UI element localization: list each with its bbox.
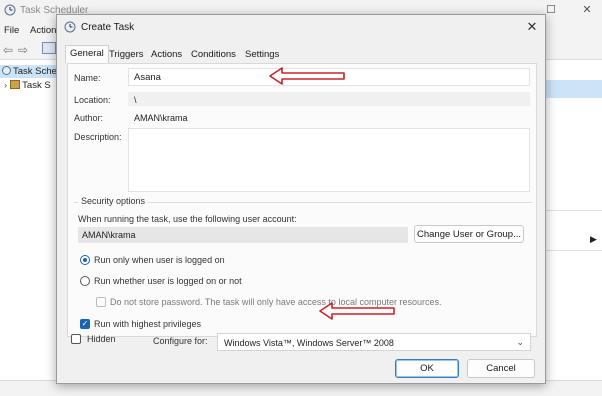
tab-general[interactable]: General bbox=[65, 45, 109, 63]
location-label: Location: bbox=[74, 95, 111, 105]
background-actions-pane bbox=[544, 60, 602, 380]
security-options-group: Security options When running the task, … bbox=[74, 196, 532, 329]
tree-item-label: Task S bbox=[22, 80, 51, 91]
menu-file[interactable]: File bbox=[4, 25, 19, 36]
run-only-logged-on-radio[interactable] bbox=[80, 255, 90, 265]
tree-item-task-scheduler[interactable]: Task Sche bbox=[0, 65, 59, 78]
user-account-value: AMAN\krama bbox=[78, 227, 408, 243]
divider bbox=[544, 210, 602, 211]
cancel-button[interactable]: Cancel bbox=[467, 359, 535, 378]
tab-conditions[interactable]: Conditions bbox=[187, 47, 240, 62]
hidden-checkbox[interactable] bbox=[71, 334, 81, 344]
tab-actions[interactable]: Actions bbox=[147, 47, 186, 62]
menu-action[interactable]: Action bbox=[30, 25, 56, 36]
forward-arrow-icon[interactable]: ⇨ bbox=[18, 43, 28, 57]
tree-item-library[interactable]: › Task S bbox=[4, 80, 51, 91]
clock-icon bbox=[2, 66, 11, 75]
close-icon[interactable]: ✕ bbox=[580, 3, 594, 17]
location-value: \ bbox=[134, 95, 137, 105]
dialog-title: Create Task bbox=[81, 22, 135, 33]
run-highest-privileges-checkbox[interactable]: ✓ bbox=[80, 319, 90, 329]
tab-settings[interactable]: Settings bbox=[241, 47, 283, 62]
annotation-arrow-icon bbox=[319, 302, 395, 320]
chevron-down-icon[interactable]: ⌄ bbox=[516, 337, 524, 348]
dialog-title-bar: Create Task ✕ bbox=[57, 15, 545, 39]
hidden-label[interactable]: Hidden bbox=[87, 334, 116, 344]
author-value: AMAN\krama bbox=[134, 113, 188, 123]
name-label: Name: bbox=[74, 73, 101, 83]
configure-for-value: Windows Vista™, Windows Server™ 2008 bbox=[224, 338, 394, 348]
chevron-right-icon[interactable]: ▶ bbox=[590, 234, 597, 245]
back-arrow-icon[interactable]: ⇦ bbox=[3, 43, 13, 57]
background-tree-pane: Task Sche › Task S bbox=[0, 60, 59, 380]
do-not-store-password-checkbox[interactable] bbox=[96, 297, 106, 307]
run-highest-privileges-label[interactable]: Run with highest privileges bbox=[94, 319, 201, 329]
change-user-button[interactable]: Change User or Group... bbox=[414, 225, 524, 243]
configure-for-label: Configure for: bbox=[153, 336, 208, 346]
author-label: Author: bbox=[74, 113, 104, 123]
tab-triggers[interactable]: Triggers bbox=[105, 47, 148, 62]
folder-icon bbox=[10, 80, 21, 89]
run-only-logged-on-label[interactable]: Run only when user is logged on bbox=[94, 255, 225, 265]
close-icon[interactable]: ✕ bbox=[523, 18, 541, 36]
ok-button[interactable]: OK bbox=[395, 359, 459, 378]
tree-item-label: Task Sche bbox=[13, 66, 57, 77]
task-scheduler-app-icon bbox=[4, 4, 16, 16]
description-field[interactable] bbox=[128, 128, 530, 192]
chevron-right-icon[interactable]: › bbox=[4, 80, 7, 91]
console-icon[interactable] bbox=[42, 42, 56, 54]
description-label: Description: bbox=[74, 132, 122, 142]
run-whether-logged-on-radio[interactable] bbox=[80, 276, 90, 286]
configure-for-select[interactable]: Windows Vista™, Windows Server™ 2008 ⌄ bbox=[217, 333, 531, 351]
annotation-arrow-icon bbox=[269, 67, 345, 85]
account-prompt: When running the task, use the following… bbox=[78, 214, 297, 224]
divider bbox=[544, 250, 602, 251]
security-options-title: Security options bbox=[78, 196, 149, 206]
maximize-icon[interactable]: ☐ bbox=[544, 3, 558, 17]
general-tab-panel: Name: Location: \ Author: AMAN\krama Des… bbox=[67, 63, 537, 337]
run-whether-logged-on-label[interactable]: Run whether user is logged on or not bbox=[94, 276, 242, 286]
actions-pane-selected-row[interactable] bbox=[544, 80, 602, 98]
location-field-background bbox=[128, 92, 530, 106]
task-scheduler-app-icon bbox=[64, 21, 76, 33]
